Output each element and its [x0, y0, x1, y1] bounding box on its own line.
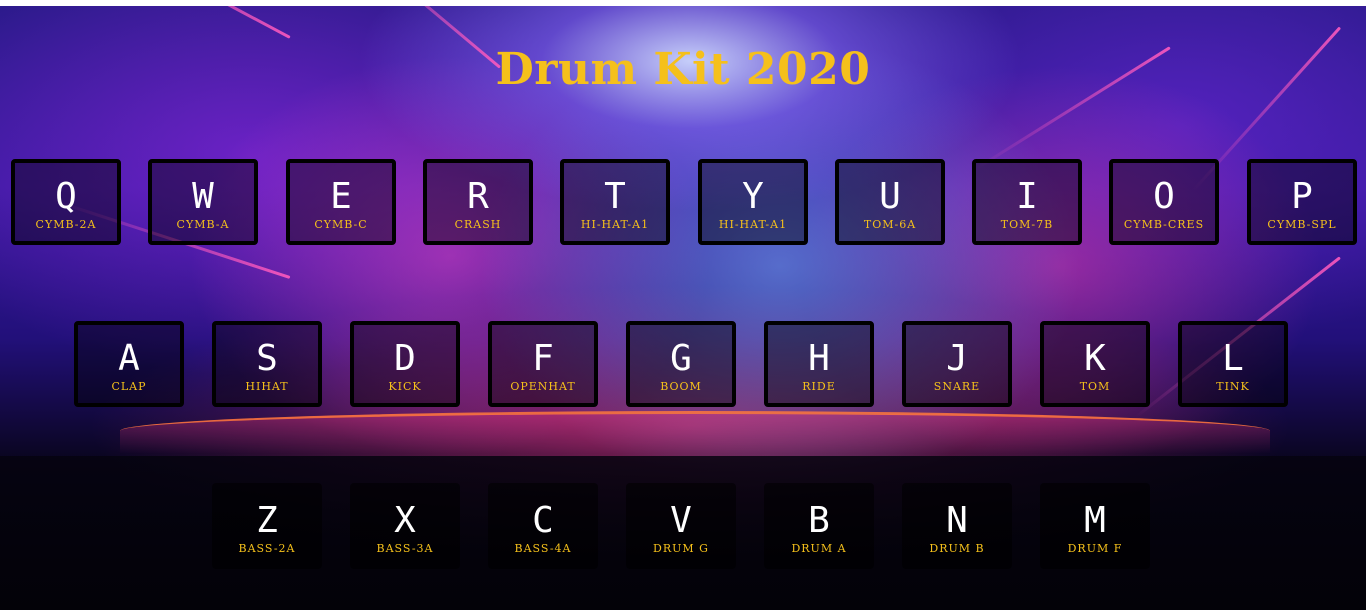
key-letter: W: [192, 176, 214, 217]
drum-key-m[interactable]: M DRUM F: [1040, 483, 1150, 569]
drum-key-n[interactable]: N DRUM B: [902, 483, 1012, 569]
key-letter: X: [394, 500, 416, 541]
sound-label: BOOM: [660, 380, 702, 393]
key-letter: S: [256, 338, 278, 379]
key-letter: U: [879, 176, 901, 217]
sound-label: DRUM F: [1067, 542, 1123, 555]
key-letter: C: [532, 500, 554, 541]
stage-floor: [120, 411, 1270, 454]
sound-label: KICK: [388, 380, 422, 393]
key-letter: M: [1084, 500, 1106, 541]
sound-label: CYMB-2A: [35, 218, 97, 231]
sound-label: CRASH: [454, 218, 502, 231]
drum-key-a[interactable]: A CLAP: [74, 321, 184, 407]
sound-label: DRUM A: [791, 542, 847, 555]
key-letter: V: [670, 500, 692, 541]
sound-label: OPENHAT: [510, 380, 576, 393]
sound-label: TOM-7B: [1000, 218, 1054, 231]
key-letter: K: [1084, 338, 1106, 379]
sound-label: SNARE: [933, 380, 981, 393]
key-letter: H: [808, 338, 830, 379]
drum-key-d[interactable]: D KICK: [350, 321, 460, 407]
key-letter: Y: [742, 176, 764, 217]
drum-key-t[interactable]: T HI-HAT-A1: [560, 159, 670, 245]
sound-label: DRUM G: [653, 542, 709, 555]
sound-label: TOM: [1079, 380, 1111, 393]
drum-key-j[interactable]: J SNARE: [902, 321, 1012, 407]
key-letter: L: [1222, 338, 1244, 379]
light-beam: [59, 6, 291, 39]
drum-key-r[interactable]: R CRASH: [423, 159, 533, 245]
drum-key-i[interactable]: I TOM-7B: [972, 159, 1082, 245]
key-letter: R: [467, 176, 489, 217]
key-letter: Z: [256, 500, 278, 541]
key-letter: D: [394, 338, 416, 379]
drum-key-q[interactable]: Q CYMB-2A: [11, 159, 121, 245]
key-letter: F: [532, 338, 554, 379]
sound-label: CLAP: [111, 380, 147, 393]
drum-key-o[interactable]: O CYMB-CRES: [1109, 159, 1219, 245]
key-letter: A: [118, 338, 140, 379]
sound-label: CYMB-C: [314, 218, 368, 231]
drum-key-c[interactable]: C BASS-4A: [488, 483, 598, 569]
drum-key-g[interactable]: G BOOM: [626, 321, 736, 407]
sound-label: CYMB-A: [176, 218, 230, 231]
sound-label: CYMB-SPL: [1267, 218, 1337, 231]
key-letter: T: [604, 176, 626, 217]
drum-key-z[interactable]: Z BASS-2A: [212, 483, 322, 569]
sound-label: RIDE: [802, 380, 836, 393]
page-title: Drum Kit 2020: [495, 44, 871, 95]
drum-key-h[interactable]: H RIDE: [764, 321, 874, 407]
drum-key-k[interactable]: K TOM: [1040, 321, 1150, 407]
drum-key-e[interactable]: E CYMB-C: [286, 159, 396, 245]
key-letter: J: [946, 338, 968, 379]
sound-label: TINK: [1216, 380, 1250, 393]
drum-key-w[interactable]: W CYMB-A: [148, 159, 258, 245]
drum-key-f[interactable]: F OPENHAT: [488, 321, 598, 407]
drum-key-y[interactable]: Y HI-HAT-A1: [698, 159, 808, 245]
key-letter: I: [1016, 176, 1038, 217]
key-letter: G: [670, 338, 692, 379]
sound-label: BASS-3A: [376, 542, 434, 555]
drum-key-p[interactable]: P CYMB-SPL: [1247, 159, 1357, 245]
drum-key-u[interactable]: U TOM-6A: [835, 159, 945, 245]
drum-key-v[interactable]: V DRUM G: [626, 483, 736, 569]
sound-label: TOM-6A: [863, 218, 917, 231]
key-letter: B: [808, 500, 830, 541]
drum-key-l[interactable]: L TINK: [1178, 321, 1288, 407]
key-letter: E: [330, 176, 352, 217]
sound-label: HIHAT: [245, 380, 289, 393]
sound-label: CYMB-CRES: [1123, 218, 1205, 231]
key-letter: Q: [55, 176, 77, 217]
sound-label: HI-HAT-A1: [718, 218, 788, 231]
drum-key-s[interactable]: S HIHAT: [212, 321, 322, 407]
key-letter: O: [1153, 176, 1175, 217]
key-letter: N: [946, 500, 968, 541]
drum-key-x[interactable]: X BASS-3A: [350, 483, 460, 569]
sound-label: BASS-4A: [514, 542, 572, 555]
key-letter: P: [1291, 176, 1313, 217]
drum-key-b[interactable]: B DRUM A: [764, 483, 874, 569]
sound-label: HI-HAT-A1: [580, 218, 650, 231]
sound-label: DRUM B: [929, 542, 985, 555]
sound-label: BASS-2A: [238, 542, 296, 555]
